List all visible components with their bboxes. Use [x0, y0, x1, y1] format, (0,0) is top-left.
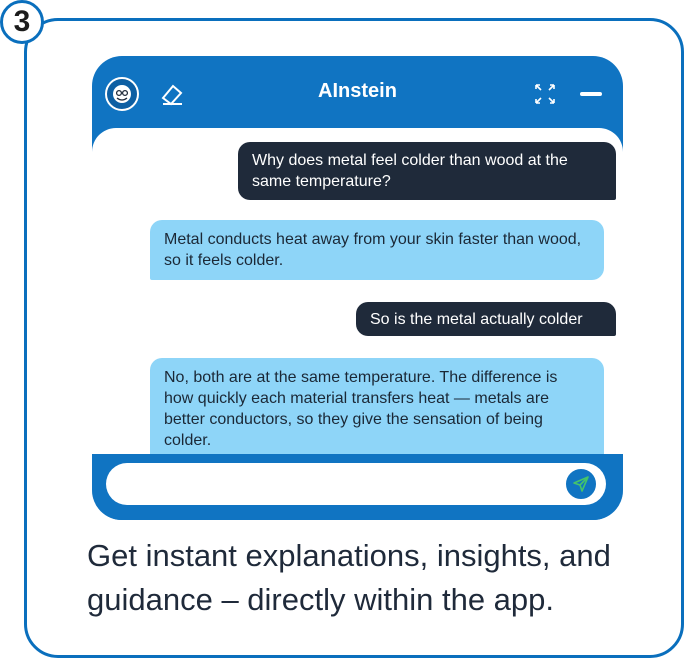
user-message: So is the metal actually colder	[356, 302, 616, 336]
message-text: So is the metal actually colder	[370, 311, 583, 328]
send-icon	[573, 476, 589, 492]
message-input[interactable]	[106, 463, 606, 505]
message-list: Why does metal feel colder than wood at …	[92, 128, 623, 504]
expand-icon[interactable]	[534, 83, 556, 105]
assistant-message: Metal conducts heat away from your skin …	[150, 220, 604, 280]
chat-header: AInstein	[92, 56, 623, 132]
message-text: Why does metal feel colder than wood at …	[252, 152, 568, 190]
user-message: Why does metal feel colder than wood at …	[238, 142, 616, 200]
caption-text: Get instant explanations, insights, and …	[87, 538, 611, 617]
step-number: 3	[13, 5, 31, 38]
composer-bar	[92, 454, 623, 520]
message-text: Metal conducts heat away from your skin …	[164, 231, 582, 269]
step-badge: 3	[0, 0, 44, 44]
minimize-icon[interactable]	[580, 92, 602, 96]
message-text: No, both are at the same temperature. Th…	[164, 369, 558, 449]
assistant-message: No, both are at the same temperature. Th…	[150, 358, 604, 467]
chat-widget: AInstein Why does metal feel colder than…	[92, 56, 623, 520]
send-button[interactable]	[564, 467, 598, 501]
